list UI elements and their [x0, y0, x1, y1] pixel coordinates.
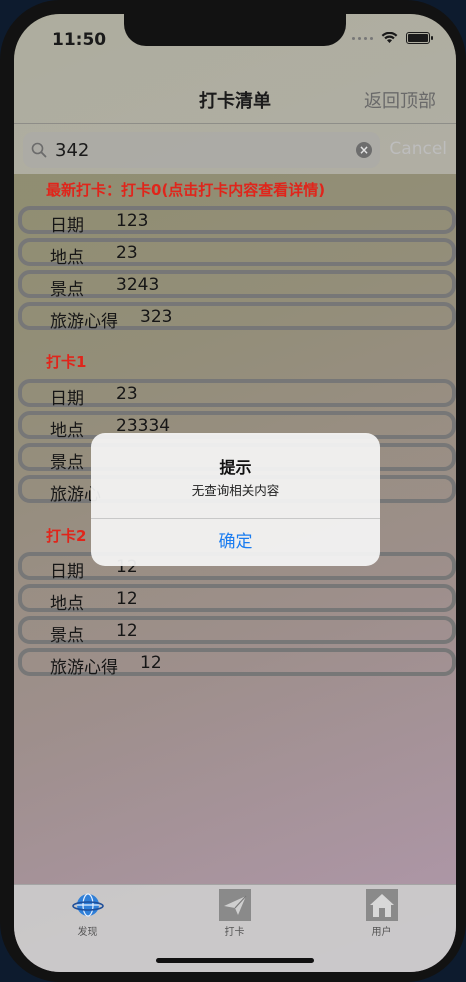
- row-label: 日期: [50, 562, 84, 582]
- status-bar: 11:50: [14, 14, 456, 74]
- home-icon: [366, 889, 398, 921]
- notch: [124, 14, 346, 46]
- home-indicator: [156, 958, 314, 963]
- row-value: 23: [116, 243, 138, 263]
- alert-message: 无查询相关内容: [191, 483, 280, 498]
- status-time: 11:50: [52, 30, 107, 50]
- row-label: 旅游心得: [50, 658, 118, 678]
- row-label: 地点: [50, 421, 84, 441]
- row-label: 景点: [50, 280, 84, 300]
- row-label: 景点: [50, 453, 84, 473]
- clear-icon[interactable]: ×: [356, 142, 372, 158]
- cancel-button[interactable]: Cancel: [389, 139, 447, 159]
- tab-checkin[interactable]: 打卡: [161, 885, 308, 945]
- screen: 11:50 打卡清单 返回顶部 342 × Cancel 最新打卡：打卡0(点击…: [14, 14, 456, 972]
- section-title[interactable]: 打卡2: [46, 525, 86, 546]
- list-item-location[interactable]: 地点 23: [18, 238, 456, 268]
- tab-discover[interactable]: 发现: [14, 885, 161, 945]
- list-item-attraction[interactable]: 景点 12: [18, 616, 456, 646]
- row-value: 12: [116, 589, 138, 609]
- alert-dialog: 提示 无查询相关内容 确定: [91, 433, 380, 566]
- search-input[interactable]: 342 ×: [23, 132, 380, 168]
- row-label: 景点: [50, 626, 84, 646]
- row-value: 12: [116, 621, 138, 641]
- list-item-attraction[interactable]: 景点 3243: [18, 270, 456, 300]
- search-bar: 342 × Cancel: [14, 124, 456, 174]
- list-item-location[interactable]: 地点 12: [18, 584, 456, 614]
- row-value: 23: [116, 384, 138, 404]
- row-label: 旅游心得: [50, 312, 118, 332]
- list-item-date[interactable]: 日期 123: [18, 206, 456, 236]
- row-value: 12: [140, 653, 162, 673]
- alert-title: 提示: [219, 458, 252, 477]
- cellular-signal-icon: [352, 36, 373, 40]
- row-value: 123: [116, 211, 149, 231]
- tab-label: 发现: [77, 927, 98, 938]
- list-item-date[interactable]: 日期 23: [18, 379, 456, 409]
- list-item-notes[interactable]: 旅游心得 323: [18, 302, 456, 332]
- confirm-button[interactable]: 确定: [91, 519, 380, 566]
- row-label: 日期: [50, 389, 84, 409]
- tab-label: 用户: [371, 927, 392, 938]
- send-icon: [219, 889, 251, 921]
- status-icons: [352, 32, 433, 44]
- phone-frame: 11:50 打卡清单 返回顶部 342 × Cancel 最新打卡：打卡0(点击…: [0, 0, 466, 982]
- search-icon: [31, 142, 47, 158]
- search-value: 342: [55, 140, 90, 161]
- battery-icon: [406, 32, 433, 44]
- tab-user[interactable]: 用户: [308, 885, 455, 945]
- tab-label: 打卡: [224, 927, 245, 938]
- globe-icon: [72, 893, 104, 917]
- back-to-top-button[interactable]: 返回顶部: [364, 87, 436, 113]
- row-value: 323: [140, 307, 173, 327]
- wifi-icon: [381, 32, 398, 43]
- row-label: 地点: [50, 594, 84, 614]
- row-label: 地点: [50, 248, 84, 268]
- row-value: 3243: [116, 275, 160, 295]
- row-label: 日期: [50, 216, 84, 236]
- section-title[interactable]: 最新打卡：打卡0(点击打卡内容查看详情): [46, 179, 325, 200]
- section-title[interactable]: 打卡1: [46, 351, 86, 372]
- list-item-notes[interactable]: 旅游心得 12: [18, 648, 456, 678]
- navigation-bar: 打卡清单 返回顶部: [14, 74, 456, 124]
